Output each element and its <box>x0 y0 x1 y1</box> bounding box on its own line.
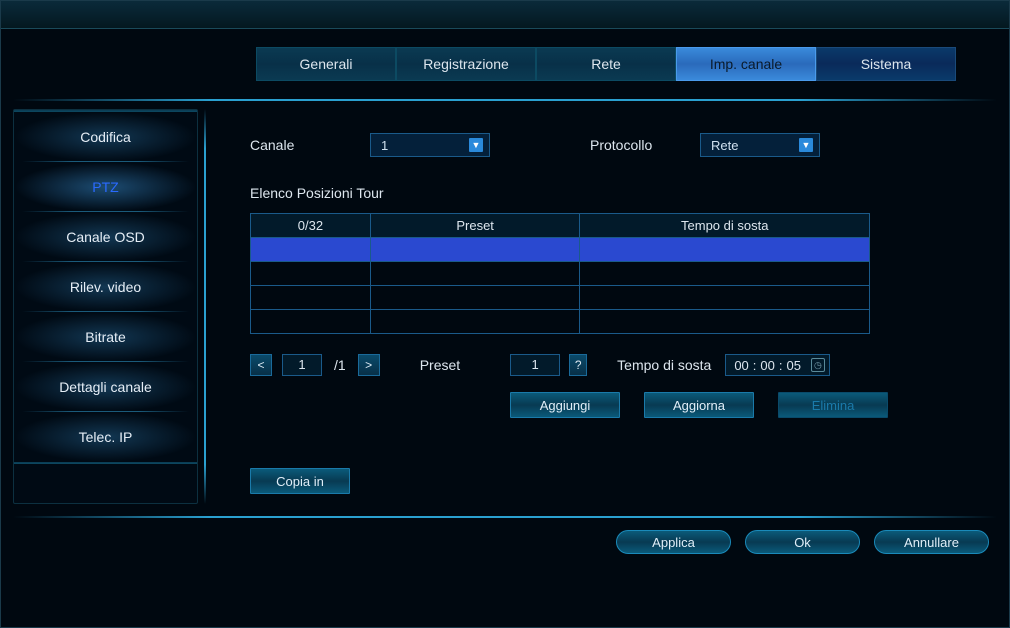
sidebar-item-label: Bitrate <box>85 329 125 345</box>
time-h: 00 <box>734 358 748 373</box>
preset-label: Preset <box>420 357 460 373</box>
chevron-down-icon: ▼ <box>469 138 483 152</box>
canale-label: Canale <box>250 137 370 153</box>
aggiorna-button[interactable]: Aggiorna <box>644 392 754 418</box>
table-row[interactable] <box>251 262 870 286</box>
elimina-button[interactable]: Elimina <box>778 392 888 418</box>
tour-header-time: Tempo di sosta <box>580 214 870 238</box>
sidebar-item-telec-ip[interactable]: Telec. IP <box>14 412 197 462</box>
tour-header-preset: Preset <box>370 214 580 238</box>
tab-rete[interactable]: Rete <box>536 47 676 81</box>
sidebar-item-label: Canale OSD <box>66 229 145 245</box>
aggiungi-button[interactable]: Aggiungi <box>510 392 620 418</box>
protocollo-label: Protocollo <box>590 137 700 153</box>
sidebar-item-ptz[interactable]: PTZ <box>14 162 197 212</box>
page-total: /1 <box>332 357 348 373</box>
pager-row: < 1 /1 > Preset 1 ? Tempo di sosta 00 : … <box>250 354 979 376</box>
copia-in-button[interactable]: Copia in <box>250 468 350 494</box>
tour-list-title: Elenco Posizioni Tour <box>250 185 979 201</box>
tab-generali[interactable]: Generali <box>256 47 396 81</box>
table-row[interactable] <box>251 310 870 334</box>
main-panel: Canale 1 ▼ Protocollo Rete ▼ Elenco Posi… <box>220 109 1009 504</box>
sidebar-item-canale-osd[interactable]: Canale OSD <box>14 212 197 262</box>
sidebar-item-bitrate[interactable]: Bitrate <box>14 312 197 362</box>
protocollo-select[interactable]: Rete ▼ <box>700 133 820 157</box>
canale-select[interactable]: 1 ▼ <box>370 133 490 157</box>
footer: Applica Ok Annullare <box>1 518 1009 566</box>
table-row[interactable] <box>251 286 870 310</box>
page-current[interactable]: 1 <box>282 354 322 376</box>
preset-field[interactable]: 1 <box>510 354 560 376</box>
top-tabs: Generali Registrazione Rete Imp. canale … <box>256 47 1009 81</box>
divider-vertical <box>204 109 206 504</box>
page-next-button[interactable]: > <box>358 354 380 376</box>
tab-registrazione[interactable]: Registrazione <box>396 47 536 81</box>
table-row[interactable] <box>251 238 870 262</box>
clock-icon: ◷ <box>811 358 825 372</box>
sidebar-item-label: PTZ <box>92 179 118 195</box>
time-field[interactable]: 00 : 00 : 05 ◷ <box>725 354 830 376</box>
sidebar: Codifica PTZ Canale OSD Rilev. video Bit… <box>13 109 198 504</box>
tour-table: 0/32 Preset Tempo di sosta <box>250 213 870 334</box>
sidebar-item-label: Dettagli canale <box>59 379 152 395</box>
time-s: 05 <box>787 358 801 373</box>
preset-lookup-button[interactable]: ? <box>569 354 587 376</box>
tab-imp-canale[interactable]: Imp. canale <box>676 47 816 81</box>
sidebar-item-label: Codifica <box>80 129 131 145</box>
time-label: Tempo di sosta <box>617 357 711 373</box>
page-prev-button[interactable]: < <box>250 354 272 376</box>
protocollo-value: Rete <box>711 138 738 153</box>
applica-button[interactable]: Applica <box>616 530 731 554</box>
time-m: 00 <box>760 358 774 373</box>
canale-value: 1 <box>381 138 388 153</box>
annullare-button[interactable]: Annullare <box>874 530 989 554</box>
sidebar-item-label: Telec. IP <box>79 429 133 445</box>
sidebar-item-codifica[interactable]: Codifica <box>14 112 197 162</box>
tab-sistema[interactable]: Sistema <box>816 47 956 81</box>
title-bar <box>1 1 1009 29</box>
sidebar-item-label: Rilev. video <box>70 279 141 295</box>
ok-button[interactable]: Ok <box>745 530 860 554</box>
sidebar-item-dettagli-canale[interactable]: Dettagli canale <box>14 362 197 412</box>
divider-horizontal <box>13 99 997 101</box>
sidebar-item-rilev-video[interactable]: Rilev. video <box>14 262 197 312</box>
chevron-down-icon: ▼ <box>799 138 813 152</box>
tour-header-count: 0/32 <box>251 214 371 238</box>
